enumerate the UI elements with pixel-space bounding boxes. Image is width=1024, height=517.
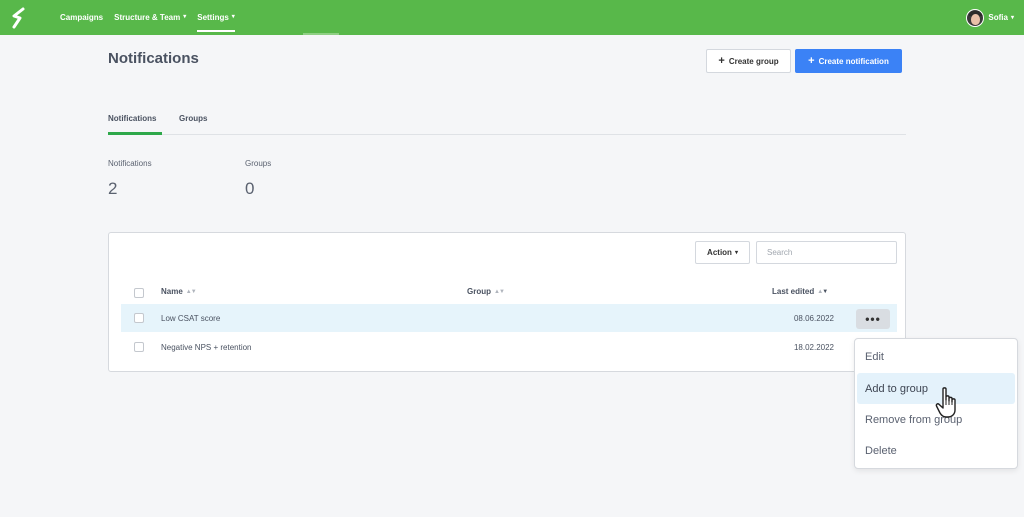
hand-pointer-icon bbox=[935, 387, 956, 418]
notifications-count-label: Notifications bbox=[108, 159, 152, 168]
create-group-label: Create group bbox=[728, 56, 779, 66]
top-navbar: Campaigns Structure & Team ▾ Settings ▾ … bbox=[0, 0, 1024, 35]
row-checkbox[interactable] bbox=[134, 313, 144, 323]
row-name: Negative NPS + retention bbox=[161, 343, 252, 352]
notifications-table-card: Action ▾ Name ▲▼ Group ▲▼ Last edited ▲▼… bbox=[108, 232, 906, 372]
chevron-down-icon: ▾ bbox=[734, 250, 738, 256]
create-notification-label: Create notification bbox=[818, 56, 889, 66]
sort-icon: ▲▼ bbox=[494, 288, 505, 295]
notifications-count-value: 2 bbox=[108, 179, 118, 198]
create-group-button[interactable]: + Create group bbox=[706, 49, 791, 73]
user-name: Sofia bbox=[988, 13, 1008, 22]
nav-settings-label: Settings bbox=[197, 13, 229, 22]
column-header-name[interactable]: Name ▲▼ bbox=[161, 287, 197, 296]
action-label: Action bbox=[707, 248, 732, 257]
menu-item-delete[interactable]: Delete bbox=[857, 435, 1015, 466]
row-checkbox[interactable] bbox=[134, 342, 144, 352]
sort-desc-icon: ▲▼ bbox=[817, 288, 828, 295]
user-menu[interactable]: Sofia ▾ bbox=[966, 0, 1014, 35]
table-row[interactable]: Negative NPS + retention 18.02.2022 bbox=[121, 333, 897, 361]
menu-item-edit[interactable]: Edit bbox=[857, 341, 1015, 372]
nav-indicator bbox=[303, 33, 339, 35]
groups-count-label: Groups bbox=[245, 159, 272, 168]
column-group-label: Group bbox=[467, 287, 491, 296]
table-header: Name ▲▼ Group ▲▼ Last edited ▲▼ bbox=[121, 283, 897, 301]
tab-bar: Notifications Groups bbox=[108, 108, 906, 135]
plus-icon: + bbox=[808, 55, 815, 67]
more-options-button[interactable]: ••• bbox=[856, 309, 890, 329]
create-notification-button[interactable]: + Create notification bbox=[795, 49, 902, 73]
groups-count-value: 0 bbox=[245, 179, 255, 198]
more-horizontal-icon: ••• bbox=[865, 312, 881, 326]
select-all-checkbox[interactable] bbox=[134, 288, 144, 298]
nav-campaigns-label: Campaigns bbox=[60, 13, 104, 22]
chevron-down-icon: ▾ bbox=[231, 14, 235, 20]
action-dropdown-button[interactable]: Action ▾ bbox=[695, 241, 750, 264]
row-name: Low CSAT score bbox=[161, 314, 221, 323]
row-last-edited: 18.02.2022 bbox=[793, 343, 834, 352]
search-input[interactable] bbox=[756, 241, 897, 264]
chevron-down-icon: ▾ bbox=[183, 14, 187, 20]
chevron-down-icon: ▾ bbox=[1010, 15, 1014, 21]
app-logo-icon[interactable] bbox=[9, 7, 29, 29]
nav-structure-team[interactable]: Structure & Team ▾ bbox=[114, 0, 186, 35]
table-row[interactable]: Low CSAT score 08.06.2022 ••• bbox=[121, 304, 897, 332]
tab-groups[interactable]: Groups bbox=[179, 114, 207, 123]
sort-icon: ▲▼ bbox=[185, 288, 197, 295]
nav-structure-team-label: Structure & Team bbox=[114, 13, 181, 22]
active-tab-indicator bbox=[108, 132, 162, 135]
column-header-group[interactable]: Group ▲▼ bbox=[467, 287, 505, 296]
column-last-edited-label: Last edited bbox=[772, 287, 815, 296]
row-last-edited: 08.06.2022 bbox=[793, 314, 834, 323]
column-header-last-edited[interactable]: Last edited ▲▼ bbox=[772, 287, 828, 296]
main-nav: Campaigns Structure & Team ▾ Settings ▾ bbox=[60, 0, 246, 35]
page-title: Notifications bbox=[108, 50, 199, 67]
nav-campaigns[interactable]: Campaigns bbox=[60, 0, 103, 35]
tab-notifications[interactable]: Notifications bbox=[108, 114, 156, 123]
plus-icon: + bbox=[718, 55, 725, 67]
avatar bbox=[966, 8, 985, 27]
nav-settings[interactable]: Settings ▾ bbox=[197, 0, 235, 35]
column-name-label: Name bbox=[161, 287, 183, 296]
